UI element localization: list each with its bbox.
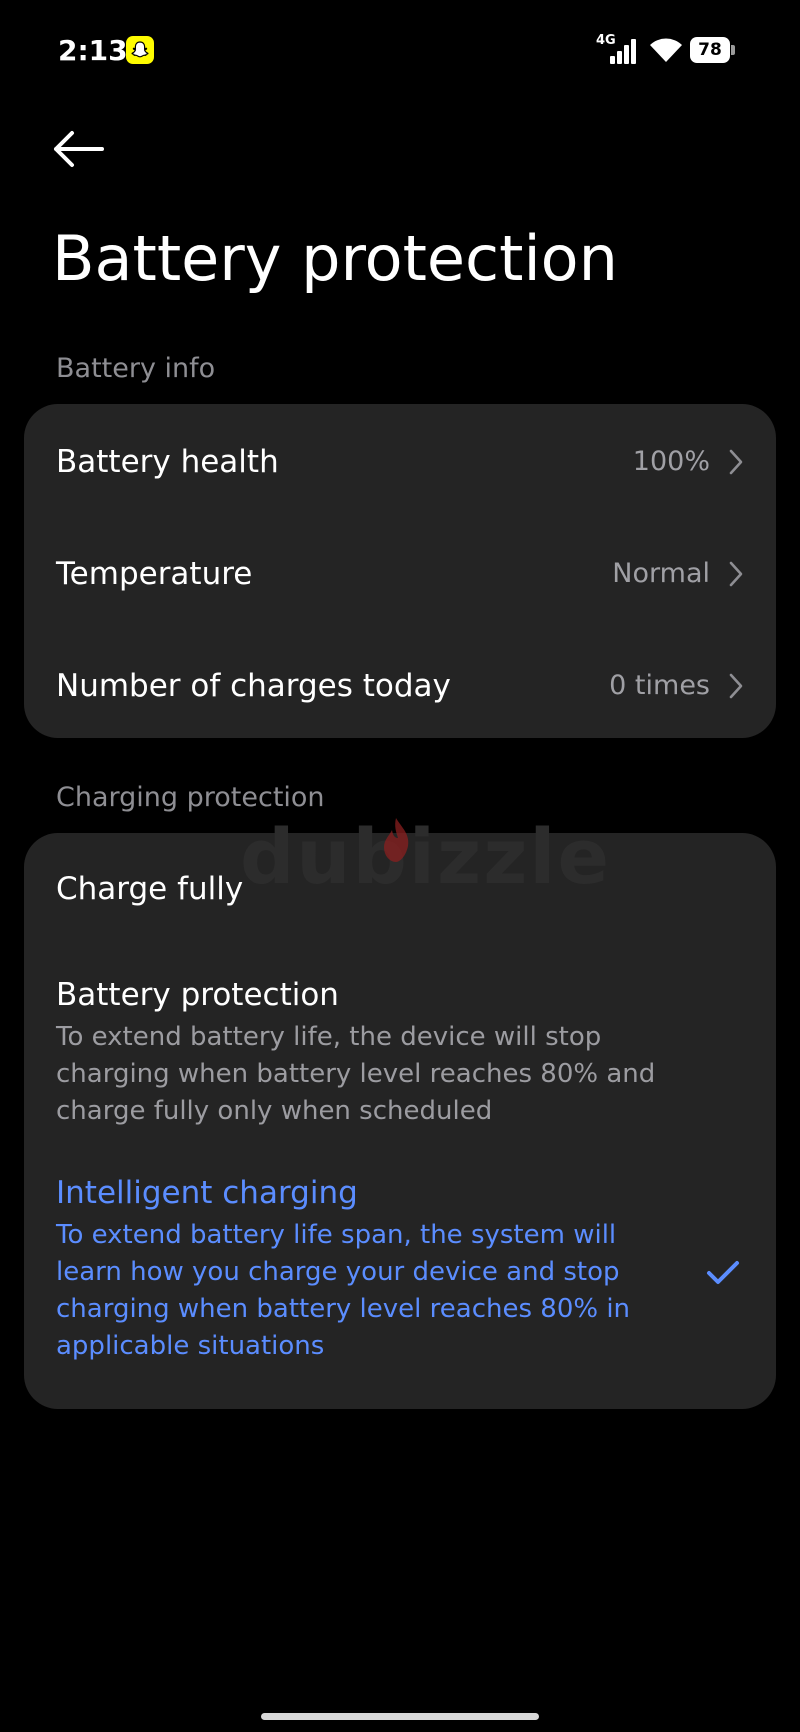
page-title: Battery protection (52, 222, 618, 295)
flame-logo-icon (384, 818, 409, 862)
battery-health-row[interactable]: Battery health 100% (24, 406, 776, 518)
charges-today-row[interactable]: Number of charges today 0 times (24, 630, 776, 742)
chevron-right-icon (729, 561, 743, 587)
chevron-right-icon (729, 673, 743, 699)
option-intelligent-charging[interactable]: Intelligent charging To extend battery l… (24, 1143, 776, 1409)
battery-tip (731, 45, 735, 55)
section-header-battery-info: Battery info (56, 353, 216, 384)
section-header-charging-protection: Charging protection (56, 782, 325, 813)
row-value: 0 times (609, 670, 710, 701)
row-value: Normal (612, 558, 710, 589)
option-title: Battery protection (56, 977, 339, 1013)
option-description: To extend battery life, the device will … (56, 1022, 656, 1126)
back-button[interactable] (50, 124, 110, 174)
row-label: Temperature (56, 556, 253, 592)
dubizzle-watermark: dubizzle (240, 812, 612, 901)
wifi-icon (648, 36, 684, 64)
row-label: Number of charges today (56, 668, 451, 704)
battery-info-card: Battery health 100% Temperature Normal N… (24, 404, 776, 738)
status-time: 2:13 (58, 34, 128, 67)
chevron-right-icon (729, 449, 743, 475)
status-bar: 2:13 4G 78 (0, 0, 800, 100)
snapchat-icon (126, 36, 154, 64)
option-description: To extend battery life span, the system … (56, 1220, 631, 1361)
signal-icon: 4G (596, 34, 640, 66)
option-title: Intelligent charging (56, 1175, 358, 1211)
row-label: Battery health (56, 444, 279, 480)
option-title: Charge fully (56, 871, 244, 907)
row-value: 100% (632, 446, 710, 477)
home-indicator[interactable] (261, 1713, 539, 1720)
battery-level: 78 (690, 37, 730, 63)
check-icon (707, 1261, 739, 1284)
charging-protection-card: Charge fully Battery protection To exten… (24, 833, 776, 1409)
back-arrow-icon (54, 131, 104, 167)
option-battery-protection[interactable]: Battery protection To extend battery lif… (24, 943, 776, 1143)
temperature-row[interactable]: Temperature Normal (24, 518, 776, 630)
battery-icon: 78 (690, 37, 736, 63)
